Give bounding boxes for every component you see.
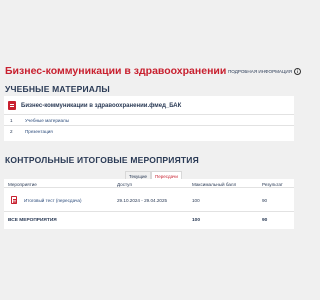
materials-heading: УЧЕБНЫЕ МАТЕРИАЛЫ (5, 84, 110, 94)
total-label: ВСЕ МЕРОПРИЯТИЯ (8, 218, 57, 223)
event-max-score: 100 (192, 198, 200, 203)
material-link[interactable]: Презентация (25, 129, 53, 134)
document-icon (8, 101, 16, 110)
item-number: 2 (10, 128, 13, 134)
item-number: 1 (10, 117, 13, 123)
table-header: Мероприятие Доступ Максимальный балл Рез… (4, 179, 294, 188)
table-row[interactable]: Итоговый тест (пересдача) 29.10.2024 - 2… (4, 188, 294, 212)
course-title[interactable]: Бизнес-коммуникации в здравоохранении.фм… (21, 103, 181, 109)
test-list-icon (11, 196, 17, 204)
material-link[interactable]: Учебные материалы (25, 118, 69, 123)
event-access: 29.10.2024 - 29.04.2025 (117, 198, 168, 203)
column-header-access: Доступ (117, 181, 132, 187)
list-item[interactable]: 1 Учебные материалы (4, 114, 294, 125)
events-heading: КОНТРОЛЬНЫЕ ИТОГОВЫЕ МЕРОПРИЯТИЯ (5, 155, 199, 165)
page-title: Бизнес-коммуникации в здравоохранении (5, 65, 227, 77)
list-item[interactable]: 2 Презентация (4, 125, 294, 136)
event-name-link[interactable]: Итоговый тест (пересдача) (24, 198, 82, 203)
info-circle-icon[interactable]: i (294, 68, 302, 75)
table-total-row: ВСЕ МЕРОПРИЯТИЯ 100 90 (4, 212, 294, 229)
event-result: 90 (262, 198, 268, 203)
column-header-event: Мероприятие (8, 181, 37, 187)
details-link[interactable]: ПОДРОБНАЯ ИНФОРМАЦИЯ i (228, 68, 302, 75)
events-table: Мероприятие Доступ Максимальный балл Рез… (4, 179, 294, 229)
course-materials-card: Бизнес-коммуникации в здравоохранении.фм… (4, 96, 294, 141)
column-header-max-score: Максимальный балл (192, 181, 237, 187)
course-header: Бизнес-коммуникации в здравоохранении.фм… (8, 101, 181, 110)
column-header-result: Результат (262, 181, 283, 187)
total-max-score: 100 (192, 218, 201, 223)
details-link-label: ПОДРОБНАЯ ИНФОРМАЦИЯ (228, 69, 293, 74)
total-result: 90 (262, 218, 268, 223)
